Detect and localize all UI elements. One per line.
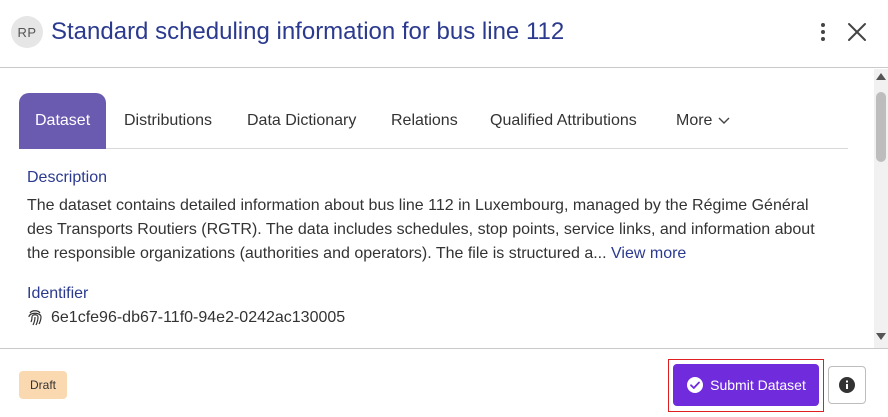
status-badge: Draft xyxy=(19,371,68,399)
scrollbar-thumb[interactable] xyxy=(876,92,886,162)
info-button[interactable] xyxy=(828,366,866,404)
identifier-value: 6e1cfe96-db67-11f0-94e2-0242ac130005 xyxy=(51,309,346,326)
chevron-down-icon xyxy=(718,117,730,124)
tab-data-dictionary[interactable]: Data Dictionary xyxy=(247,93,356,149)
description-label: Description xyxy=(27,169,108,186)
scroll-up-arrow-icon[interactable] xyxy=(876,73,886,80)
tab-bar: Dataset Distributions Data Dictionary Re… xyxy=(19,93,848,149)
tab-more-label: More xyxy=(676,112,713,129)
tab-dataset[interactable]: Dataset xyxy=(19,93,107,149)
submit-dataset-button[interactable]: Submit Dataset xyxy=(673,364,819,406)
tab-relations[interactable]: Relations xyxy=(391,93,458,149)
vertical-scrollbar[interactable] xyxy=(874,69,888,348)
dialog-footer: Draft Submit Dataset xyxy=(0,348,888,417)
identifier-value-row: 6e1cfe96-db67-11f0-94e2-0242ac130005 xyxy=(27,309,345,327)
description-body: The dataset contains detailed informatio… xyxy=(27,197,815,262)
description-text: The dataset contains detailed informatio… xyxy=(27,194,837,266)
tab-more[interactable]: More xyxy=(676,93,730,149)
check-circle-icon xyxy=(687,377,704,393)
tab-distributions[interactable]: Distributions xyxy=(124,93,212,149)
avatar[interactable]: RP xyxy=(11,16,43,48)
kebab-menu-icon[interactable] xyxy=(812,20,834,44)
submit-dataset-label: Submit Dataset xyxy=(710,377,806,393)
page-title: Standard scheduling information for bus … xyxy=(51,18,565,45)
close-icon[interactable] xyxy=(845,20,869,44)
scroll-down-arrow-icon[interactable] xyxy=(876,333,886,340)
dialog-header: RP Standard scheduling information for b… xyxy=(0,0,888,68)
info-icon xyxy=(839,377,855,393)
tab-qualified-attributions[interactable]: Qualified Attributions xyxy=(490,93,637,149)
dialog-content: Dataset Distributions Data Dictionary Re… xyxy=(0,69,888,348)
identifier-label: Identifier xyxy=(27,285,89,302)
fingerprint-icon xyxy=(28,310,42,326)
view-more-link[interactable]: View more xyxy=(611,245,686,262)
